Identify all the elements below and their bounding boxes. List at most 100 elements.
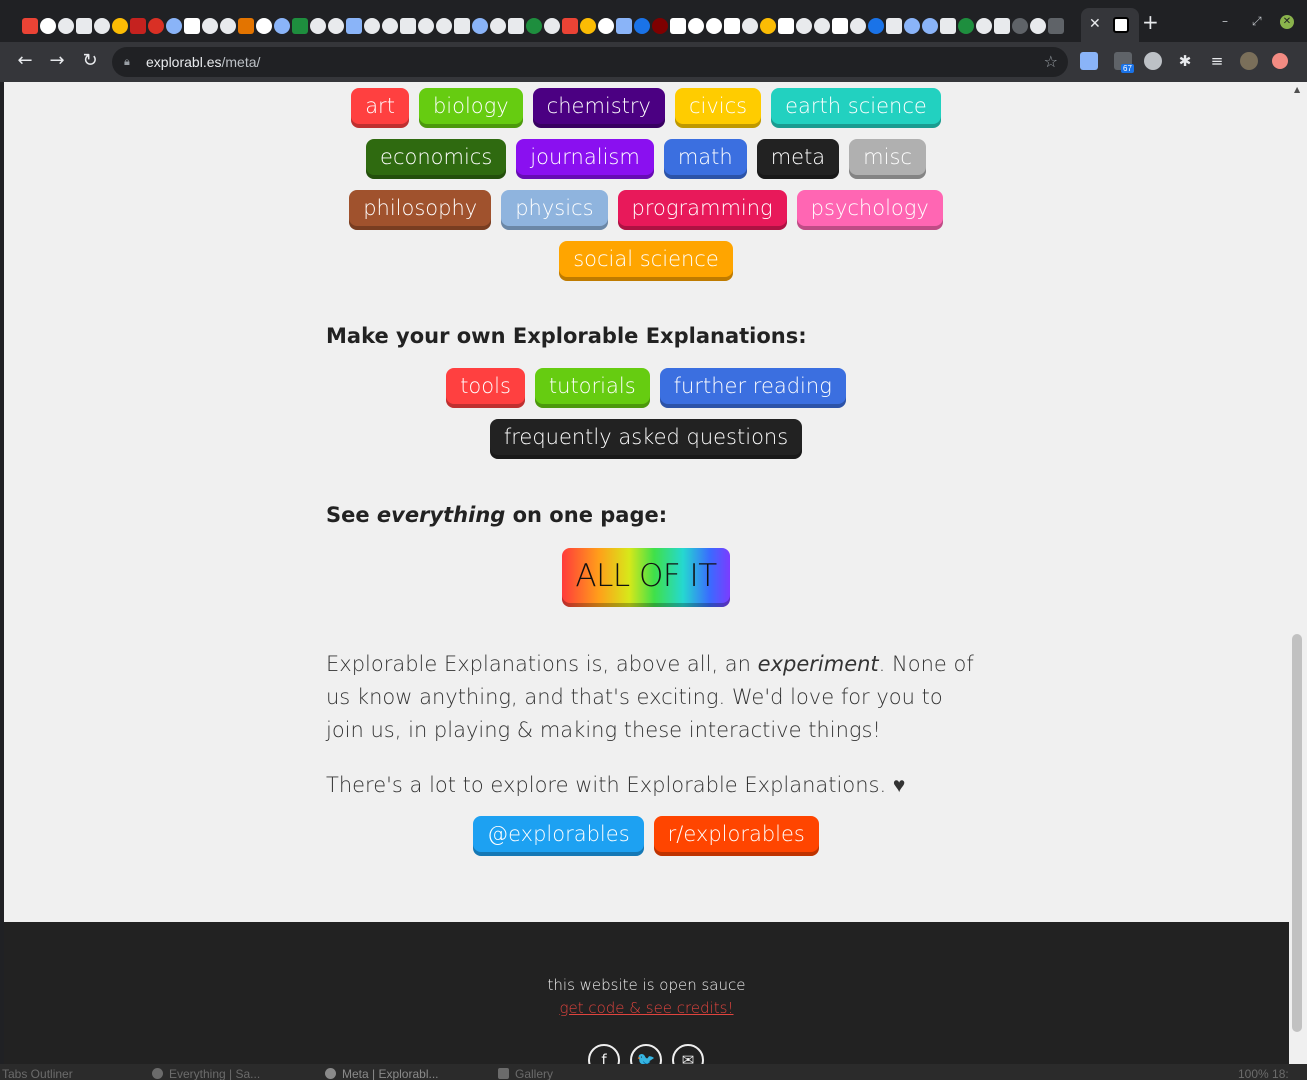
tab-favicon-icon[interactable]: [1030, 18, 1046, 34]
tab-favicon-icon[interactable]: [40, 18, 56, 34]
physics-button[interactable]: physics: [501, 190, 608, 230]
tab-favicon-icon[interactable]: [1012, 18, 1028, 34]
tab-favicon-icon[interactable]: [634, 18, 650, 34]
tab-favicon-icon[interactable]: [742, 18, 758, 34]
tab-favicon-icon[interactable]: [472, 18, 488, 34]
puzzle-extensions-icon[interactable]: ✱: [1176, 52, 1194, 70]
reload-icon[interactable]: ↻: [79, 50, 101, 72]
address-bar[interactable]: 🔒︎ explorabl.es/meta/ ☆: [112, 47, 1068, 77]
tab-favicon-icon[interactable]: [274, 18, 290, 34]
tab-favicon-icon[interactable]: [328, 18, 344, 34]
bookmark-star-icon[interactable]: ☆: [1044, 52, 1058, 71]
url-text[interactable]: explorabl.es/meta/: [146, 54, 260, 70]
tab-favicon-icon[interactable]: [490, 18, 506, 34]
tab-favicon-icon[interactable]: [400, 18, 416, 34]
tab-favicon-icon[interactable]: [958, 18, 974, 34]
tab-favicon-icon[interactable]: [562, 18, 578, 34]
math-button[interactable]: math: [663, 139, 747, 179]
social-science-button[interactable]: social science: [559, 241, 733, 281]
explorables-button[interactable]: @explorables: [473, 816, 644, 856]
tab-favicon-icon[interactable]: [670, 18, 686, 34]
psychology-button[interactable]: psychology: [796, 190, 943, 230]
faq-button[interactable]: frequently asked questions: [489, 419, 803, 459]
docs-extension-icon[interactable]: [1080, 52, 1098, 70]
r-explorables-button[interactable]: r/explorables: [653, 816, 819, 856]
facebook-icon[interactable]: f: [588, 1044, 620, 1064]
tab-favicon-icon[interactable]: [994, 18, 1010, 34]
active-tab[interactable]: ✕: [1081, 8, 1139, 42]
programming-button[interactable]: programming: [617, 190, 787, 230]
tab-favicon-icon[interactable]: [508, 18, 524, 34]
tab-favicon-icon[interactable]: [346, 18, 362, 34]
scroll-up-arrow-icon[interactable]: ▲: [1294, 85, 1300, 94]
forward-icon[interactable]: →: [46, 50, 68, 72]
tutorials-button[interactable]: tutorials: [534, 368, 650, 408]
tab-favicon-icon[interactable]: [850, 18, 866, 34]
tab-favicon-icon[interactable]: [256, 18, 272, 34]
tab-favicon-icon[interactable]: [22, 18, 38, 34]
tab-favicon-icon[interactable]: [904, 18, 920, 34]
tab-favicon-icon[interactable]: [130, 18, 146, 34]
biology-button[interactable]: biology: [418, 88, 523, 128]
tab-favicon-icon[interactable]: [976, 18, 992, 34]
tab-favicon-icon[interactable]: [652, 18, 668, 34]
tab-favicon-icon[interactable]: [58, 18, 74, 34]
economics-button[interactable]: economics: [366, 139, 507, 179]
meta-button[interactable]: meta: [756, 139, 840, 179]
tab-favicon-icon[interactable]: [454, 18, 470, 34]
tab-favicon-icon[interactable]: [94, 18, 110, 34]
update-icon[interactable]: [1272, 53, 1288, 69]
tab-favicon-icon[interactable]: [184, 18, 200, 34]
tab-favicon-icon[interactable]: [778, 18, 794, 34]
philosophy-button[interactable]: philosophy: [349, 190, 492, 230]
extension-icon[interactable]: [1144, 52, 1162, 70]
tab-favicon-icon[interactable]: [886, 18, 902, 34]
tab-favicon-icon[interactable]: [706, 18, 722, 34]
scrollbar-thumb[interactable]: [1292, 634, 1302, 1032]
tab-favicon-icon[interactable]: [616, 18, 632, 34]
tab-favicon-icon[interactable]: [724, 18, 740, 34]
tab-favicon-icon[interactable]: [166, 18, 182, 34]
taskbar-item[interactable]: Everything | Sa...: [152, 1067, 260, 1080]
tab-favicon-icon[interactable]: [760, 18, 776, 34]
tools-button[interactable]: tools: [446, 368, 525, 408]
media-queue-icon[interactable]: ≡: [1208, 52, 1226, 70]
tab-favicon-icon[interactable]: [310, 18, 326, 34]
taskbar-item-active[interactable]: Meta | Explorabl...: [325, 1067, 439, 1080]
all-of-it-button[interactable]: ALL OF IT: [562, 548, 730, 607]
tab-favicon-icon[interactable]: [580, 18, 596, 34]
email-icon[interactable]: ✉: [672, 1044, 704, 1064]
tab-favicon-icon[interactable]: [796, 18, 812, 34]
earth-science-button[interactable]: earth science: [771, 88, 941, 128]
tab-favicon-icon[interactable]: [382, 18, 398, 34]
minimize-window-icon[interactable]: –: [1222, 14, 1228, 28]
new-tab-button[interactable]: +: [1142, 12, 1159, 32]
tab-favicon-icon[interactable]: [832, 18, 848, 34]
taskbar-item[interactable]: Tabs Outliner: [2, 1067, 73, 1080]
civics-button[interactable]: civics: [674, 88, 762, 128]
taskbar-item[interactable]: Gallery: [498, 1067, 553, 1080]
tab-favicon-icon[interactable]: [868, 18, 884, 34]
tab-favicon-icon[interactable]: [922, 18, 938, 34]
footer-credits-link[interactable]: get code & see credits!: [4, 999, 1289, 1017]
tab-favicon-icon[interactable]: [544, 18, 560, 34]
tab-favicon-icon[interactable]: [688, 18, 704, 34]
tab-favicon-icon[interactable]: [364, 18, 380, 34]
profile-avatar[interactable]: [1240, 52, 1258, 70]
chemistry-button[interactable]: chemistry: [532, 88, 665, 128]
tab-favicon-icon[interactable]: [292, 18, 308, 34]
tab-favicon-icon[interactable]: [112, 18, 128, 34]
journalism-button[interactable]: journalism: [516, 139, 654, 179]
close-window-icon[interactable]: ✕: [1280, 15, 1294, 29]
tab-favicon-icon[interactable]: [814, 18, 830, 34]
tab-favicon-icon[interactable]: [238, 18, 254, 34]
further-reading-button[interactable]: further reading: [659, 368, 846, 408]
tab-favicon-icon[interactable]: [940, 18, 956, 34]
tab-favicon-icon[interactable]: [1048, 18, 1064, 34]
art-button[interactable]: art: [351, 88, 409, 128]
misc-button[interactable]: misc: [849, 139, 926, 179]
twitter-icon[interactable]: 🐦: [630, 1044, 662, 1064]
tab-favicon-icon[interactable]: [202, 18, 218, 34]
tab-favicon-icon[interactable]: [220, 18, 236, 34]
back-icon[interactable]: ←: [14, 50, 36, 72]
